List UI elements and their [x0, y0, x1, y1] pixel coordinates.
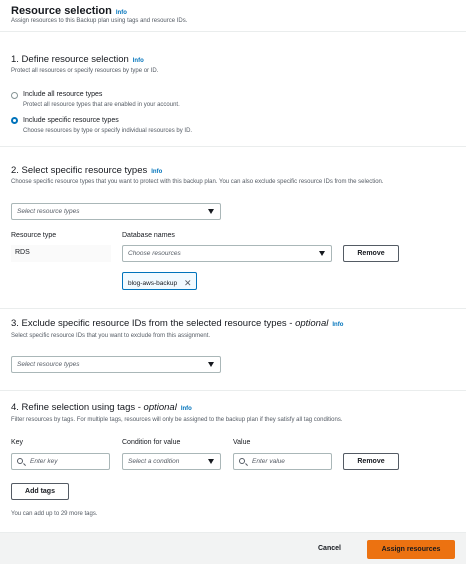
header-info-link[interactable]: Info: [116, 10, 127, 16]
section3-info-link[interactable]: Info: [332, 322, 343, 328]
section1-title: 1. Define resource selection: [11, 54, 129, 65]
remove-resource-button[interactable]: Remove: [343, 245, 399, 262]
chevron-down-icon: [208, 362, 214, 367]
tag-value-input[interactable]: Enter value: [233, 453, 332, 470]
section3-description: Select specific resource IDs that you wa…: [11, 333, 211, 339]
search-icon: [17, 458, 23, 464]
section3-title: 3. Exclude specific resource IDs from th…: [11, 318, 296, 329]
search-icon: [239, 458, 245, 464]
cancel-button[interactable]: Cancel: [318, 545, 341, 552]
database-names-select-placeholder: Choose resources: [128, 250, 181, 257]
resource-type-header: Resource type: [11, 232, 57, 239]
remove-tag-button[interactable]: Remove: [343, 453, 399, 470]
tag-condition-select[interactable]: Select a condition: [122, 453, 221, 470]
section4-description: Filter resources by tags. For multiple t…: [11, 417, 343, 423]
tag-condition-placeholder: Select a condition: [128, 458, 180, 465]
section2-divider: [0, 308, 466, 309]
radio-all-resources[interactable]: [11, 92, 18, 99]
radio-all-resources-description: Protect all resource types that are enab…: [23, 102, 180, 108]
close-icon[interactable]: ✕: [184, 278, 192, 288]
tag-key-placeholder: Enter key: [30, 458, 58, 465]
resource-types-select[interactable]: Select resource types: [11, 203, 221, 220]
chevron-down-icon: [208, 459, 214, 464]
resource-types-select-placeholder: Select resource types: [17, 208, 80, 215]
exclude-resource-types-placeholder: Select resource types: [17, 361, 80, 368]
section4-info-link[interactable]: Info: [181, 406, 192, 412]
section1-description: Protect all resources or specify resourc…: [11, 68, 159, 74]
section2-info-link[interactable]: Info: [151, 169, 162, 175]
section2-title: 2. Select specific resource types: [11, 165, 148, 176]
database-names-header: Database names: [122, 232, 175, 239]
section1-divider: [0, 146, 466, 147]
section4-optional: optional: [143, 402, 177, 413]
page-description: Assign resources to this Backup plan usi…: [11, 18, 188, 24]
radio-specific-resources-label: Include specific resource types: [23, 117, 119, 124]
resource-type-value: RDS: [11, 245, 111, 262]
page-title: Resource selection Info: [11, 5, 127, 17]
section2-description: Choose specific resource types that you …: [11, 179, 384, 185]
header-divider: [0, 31, 466, 32]
chevron-down-icon: [208, 209, 214, 214]
tag-value-placeholder: Enter value: [252, 458, 285, 465]
tag-key-input[interactable]: Enter key: [11, 453, 110, 470]
page-title-text: Resource selection: [11, 5, 112, 17]
exclude-resource-types-select[interactable]: Select resource types: [11, 356, 221, 373]
resource-token: blog-aws-backup ✕: [122, 272, 197, 290]
database-names-select[interactable]: Choose resources: [122, 245, 332, 262]
section3-optional: optional: [295, 318, 329, 329]
radio-all-resources-label: Include all resource types: [23, 91, 103, 98]
assign-resources-button[interactable]: Assign resources: [367, 540, 455, 559]
section3-heading: 3. Exclude specific resource IDs from th…: [11, 318, 343, 329]
resource-token-label: blog-aws-backup: [128, 280, 178, 287]
section4-title: 4. Refine selection using tags -: [11, 402, 144, 413]
section4-heading: 4. Refine selection using tags - optiona…: [11, 402, 192, 413]
tag-condition-label: Condition for value: [122, 439, 181, 446]
radio-specific-resources-description: Choose resources by type or specify indi…: [23, 128, 193, 134]
section1-info-link[interactable]: Info: [133, 58, 144, 64]
section3-divider: [0, 390, 466, 391]
add-tags-button[interactable]: Add tags: [11, 483, 69, 500]
section2-heading: 2. Select specific resource types Info: [11, 165, 162, 176]
section1-heading: 1. Define resource selection Info: [11, 54, 144, 65]
tags-remaining-note: You can add up to 29 more tags.: [11, 511, 98, 517]
chevron-down-icon: [319, 251, 325, 256]
tag-value-label: Value: [233, 439, 251, 446]
radio-specific-resources[interactable]: [11, 117, 18, 124]
tag-key-label: Key: [11, 439, 24, 446]
